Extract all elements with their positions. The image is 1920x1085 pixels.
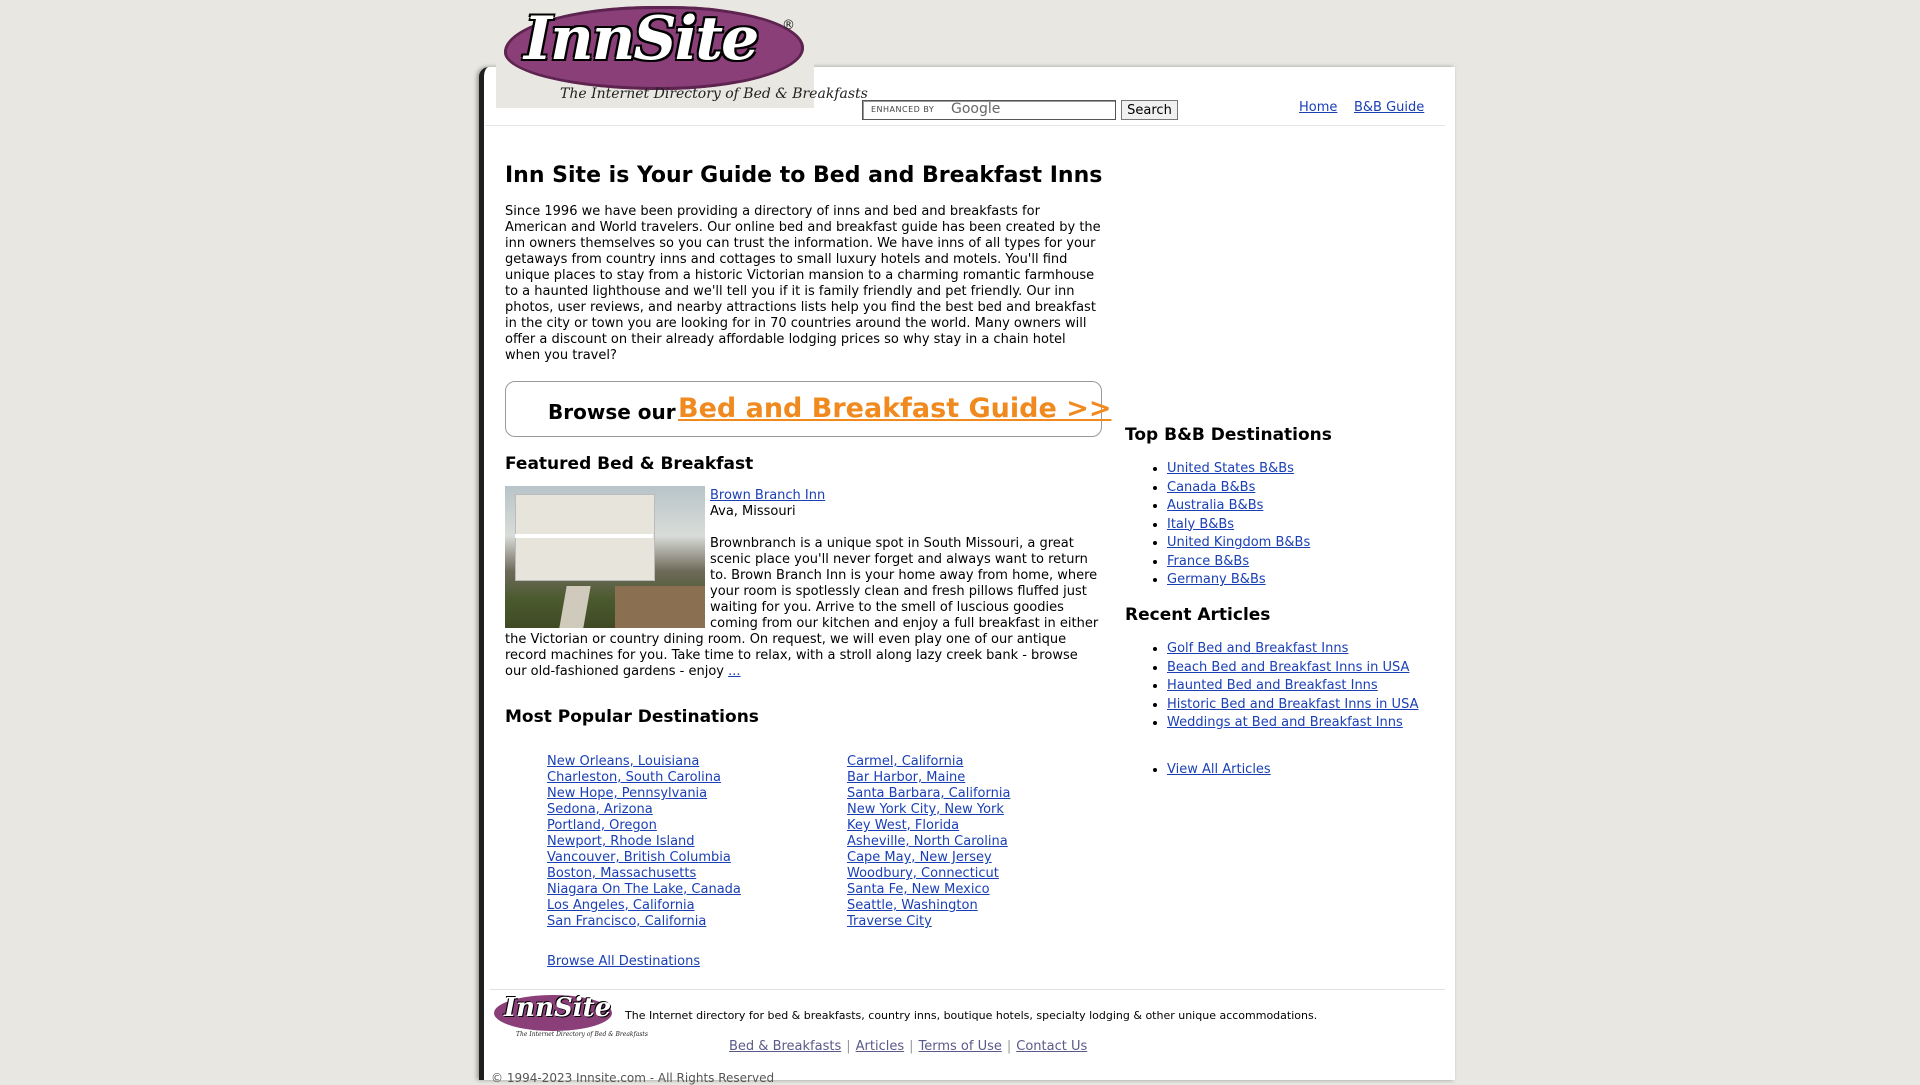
featured-inn-location: Ava, Missouri — [710, 504, 796, 519]
list-item: Canada B&Bs — [1167, 479, 1310, 498]
recent-articles-heading: Recent Articles — [1125, 605, 1271, 625]
footer-link-contact[interactable]: Contact Us — [1016, 1039, 1087, 1054]
featured-heading: Featured Bed & Breakfast — [505, 454, 754, 474]
search-button[interactable]: Search — [1121, 100, 1178, 120]
enhanced-by-label: ENHANCED BY — [871, 105, 935, 114]
header-divider — [485, 125, 1445, 126]
popular-link[interactable]: Newport, Rhode Island — [547, 834, 741, 850]
popular-column-a: New Orleans, Louisiana Charleston, South… — [547, 754, 741, 930]
view-all-articles-link[interactable]: View All Articles — [1167, 762, 1271, 777]
destination-link[interactable]: France B&Bs — [1167, 554, 1249, 569]
popular-link[interactable]: San Francisco, California — [547, 914, 741, 930]
article-link[interactable]: Haunted Bed and Breakfast Inns — [1167, 678, 1378, 693]
popular-link[interactable]: Boston, Massachusetts — [547, 866, 741, 882]
popular-link[interactable]: Los Angeles, California — [547, 898, 741, 914]
popular-link[interactable]: Santa Barbara, California — [847, 786, 1010, 802]
popular-link[interactable]: Vancouver, British Columbia — [547, 850, 741, 866]
popular-link[interactable]: Niagara On The Lake, Canada — [547, 882, 741, 898]
browse-guide-box: Browse our Bed and Breakfast Guide >> — [505, 381, 1111, 437]
popular-link[interactable]: Seattle, Washington — [847, 898, 1010, 914]
popular-link[interactable]: Asheville, North Carolina — [847, 834, 1010, 850]
popular-link[interactable]: Bar Harbor, Maine — [847, 770, 1010, 786]
popular-link[interactable]: Key West, Florida — [847, 818, 1010, 834]
article-link[interactable]: Weddings at Bed and Breakfast Inns — [1167, 715, 1403, 730]
footer-separator: | — [846, 1039, 851, 1054]
popular-link[interactable]: New Hope, Pennsylvania — [547, 786, 741, 802]
intro-paragraph: Since 1996 we have been providing a dire… — [505, 204, 1101, 363]
page-title: Inn Site is Your Guide to Bed and Breakf… — [505, 163, 1103, 188]
list-item: Germany B&Bs — [1167, 571, 1310, 590]
top-destinations-list: United States B&Bs Canada B&Bs Australia… — [1125, 460, 1310, 590]
logo-tagline: The Internet Directory of Bed & Breakfas… — [560, 86, 868, 102]
copyright-text: © 1994-2023 Innsite.com - All Rights Res… — [491, 1071, 775, 1085]
list-item: Italy B&Bs — [1167, 516, 1310, 535]
popular-link[interactable]: Portland, Oregon — [547, 818, 741, 834]
destination-link[interactable]: Germany B&Bs — [1167, 572, 1266, 587]
list-item: United States B&Bs — [1167, 460, 1310, 479]
footer-separator: | — [909, 1039, 914, 1054]
footer-divider — [490, 989, 1445, 990]
featured-inn-link[interactable]: Brown Branch Inn — [710, 488, 825, 503]
footer-tagline: The Internet directory for bed & breakfa… — [625, 1009, 1318, 1022]
nav-guide-link[interactable]: B&B Guide — [1354, 100, 1424, 115]
destination-link[interactable]: Canada B&Bs — [1167, 480, 1255, 495]
popular-link[interactable]: Sedona, Arizona — [547, 802, 741, 818]
footer-logo-tagline: The Internet Directory of Bed & Breakfas… — [516, 1031, 648, 1038]
list-item: France B&Bs — [1167, 553, 1310, 572]
popular-link[interactable]: Charleston, South Carolina — [547, 770, 741, 786]
list-item: Weddings at Bed and Breakfast Inns — [1167, 714, 1467, 733]
footer-logo-wordmark: InnSite — [504, 993, 612, 1023]
destination-link[interactable]: Australia B&Bs — [1167, 498, 1263, 513]
logo-wordmark: InnSite — [524, 4, 759, 74]
list-item: Historic Bed and Breakfast Inns in USA — [1167, 696, 1467, 715]
list-item: United Kingdom B&Bs — [1167, 534, 1310, 553]
list-item: Beach Bed and Breakfast Inns in USA — [1167, 659, 1467, 678]
browse-label: Browse our — [548, 400, 676, 424]
list-item: Golf Bed and Breakfast Inns — [1167, 640, 1467, 659]
footer-separator: | — [1006, 1039, 1012, 1054]
popular-link[interactable]: New Orleans, Louisiana — [547, 754, 741, 770]
footer-links: Bed & Breakfasts | Articles | Terms of Use | C… — [729, 1039, 1087, 1054]
popular-link[interactable]: Woodbury, Connecticut — [847, 866, 1010, 882]
footer-logo[interactable]: InnSite The Internet Directory of Bed & … — [492, 993, 648, 1041]
article-link[interactable]: Historic Bed and Breakfast Inns in USA — [1167, 697, 1418, 712]
recent-articles-list: Golf Bed and Breakfast Inns Beach Bed an… — [1125, 640, 1467, 733]
article-link[interactable]: Golf Bed and Breakfast Inns — [1167, 641, 1348, 656]
view-all-list: View All Articles — [1125, 762, 1271, 777]
popular-link[interactable]: Cape May, New Jersey — [847, 850, 1010, 866]
site-logo[interactable]: InnSite ® The Internet Directory of Bed … — [496, 0, 868, 108]
footer-link-terms[interactable]: Terms of Use — [919, 1039, 1002, 1054]
popular-link[interactable]: New York City, New York — [847, 802, 1010, 818]
footer-link-bed-breakfasts[interactable]: Bed & Breakfasts — [729, 1039, 841, 1054]
list-item: Australia B&Bs — [1167, 497, 1310, 516]
destination-link[interactable]: United States B&Bs — [1167, 461, 1294, 476]
featured-more-link[interactable]: ... — [728, 664, 740, 679]
list-item: View All Articles — [1167, 762, 1271, 777]
destination-link[interactable]: United Kingdom B&Bs — [1167, 535, 1310, 550]
popular-link[interactable]: Santa Fe, New Mexico — [847, 882, 1010, 898]
popular-heading: Most Popular Destinations — [505, 707, 759, 727]
google-label: Google — [951, 101, 1001, 117]
search-input[interactable]: ENHANCED BY Google — [862, 100, 1116, 120]
featured-inn-description: Brownbranch is a unique spot in South Mi… — [505, 536, 1100, 680]
nav-home-link[interactable]: Home — [1299, 100, 1337, 115]
destination-link[interactable]: Italy B&Bs — [1167, 517, 1234, 532]
browse-all-destinations-link[interactable]: Browse All Destinations — [547, 954, 700, 969]
list-item: Haunted Bed and Breakfast Inns — [1167, 677, 1467, 696]
popular-link[interactable]: Carmel, California — [847, 754, 1010, 770]
registered-mark: ® — [782, 18, 795, 33]
footer-link-articles[interactable]: Articles — [856, 1039, 904, 1054]
browse-guide-link[interactable]: Bed and Breakfast Guide >> — [678, 393, 1111, 424]
top-destinations-heading: Top B&B Destinations — [1125, 425, 1332, 445]
popular-column-b: Carmel, California Bar Harbor, Maine San… — [847, 754, 1010, 930]
popular-link[interactable]: Traverse City — [847, 914, 1010, 930]
article-link[interactable]: Beach Bed and Breakfast Inns in USA — [1167, 660, 1409, 675]
